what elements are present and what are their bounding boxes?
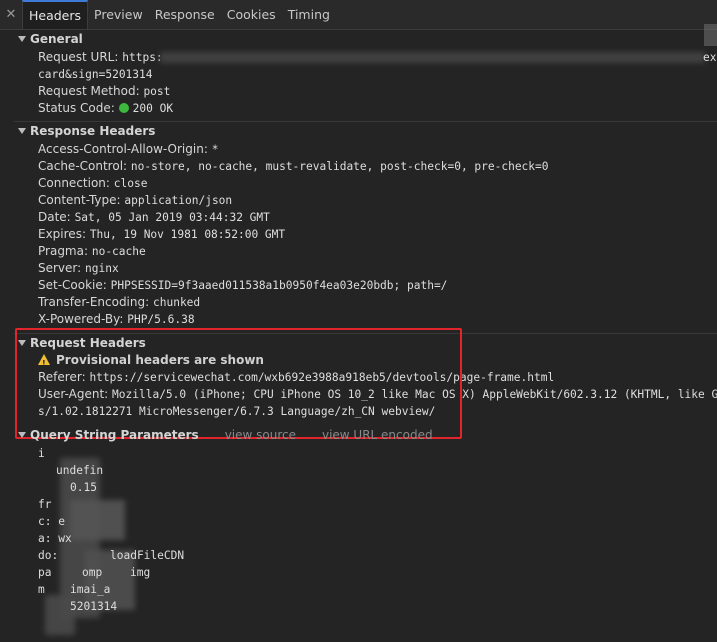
header-value: Sat, 05 Jan 2019 03:44:32 GMT bbox=[74, 211, 270, 224]
tab-response[interactable]: Response bbox=[149, 0, 221, 29]
tab-timing[interactable]: Timing bbox=[282, 0, 336, 29]
header-value: application/json bbox=[124, 194, 233, 207]
headers-panel: General Request URL: https: ex card&sign… bbox=[0, 30, 717, 642]
header-key: Expires: bbox=[38, 227, 86, 241]
query-param-fragment: imai_a bbox=[70, 583, 111, 596]
general-section-header[interactable]: General bbox=[0, 30, 717, 48]
tab-cookies[interactable]: Cookies bbox=[221, 0, 282, 29]
collapse-triangle-icon[interactable] bbox=[18, 128, 26, 134]
header-value: chunked bbox=[153, 296, 201, 309]
request-url-row: Request URL: https: bbox=[38, 50, 163, 64]
header-key: Date: bbox=[38, 210, 71, 224]
tab-headers[interactable]: Headers bbox=[22, 0, 89, 29]
query-param-fragment: do: bbox=[38, 549, 59, 562]
header-value: * bbox=[211, 143, 219, 156]
header-key: Access-Control-Allow-Origin: bbox=[38, 142, 208, 156]
collapse-triangle-icon[interactable] bbox=[18, 432, 26, 438]
collapse-triangle-icon[interactable] bbox=[18, 36, 26, 42]
response-header-row: X-Powered-By: PHP/5.6.38 bbox=[38, 311, 195, 328]
header-key: Set-Cookie: bbox=[38, 278, 107, 292]
query-param-fragment: a: wx bbox=[38, 532, 72, 545]
response-header-row: Content-Type: application/json bbox=[38, 192, 232, 209]
response-header-row: Pragma: no-cache bbox=[38, 243, 146, 260]
header-value: PHPSESSID=9f3aaed011538a1b0950f4ea03e20b… bbox=[110, 279, 448, 292]
tab-preview[interactable]: Preview bbox=[88, 0, 149, 29]
query-param-fragment: fr bbox=[38, 498, 52, 511]
header-value: PHP/5.6.38 bbox=[127, 313, 195, 326]
view-url-encoded-link[interactable]: view URL encoded bbox=[322, 428, 433, 442]
header-key: Server: bbox=[38, 261, 82, 275]
header-value: close bbox=[113, 177, 148, 190]
header-key: Pragma: bbox=[38, 244, 89, 258]
response-header-row: Date: Sat, 05 Jan 2019 03:44:32 GMT bbox=[38, 209, 270, 226]
header-value: nginx bbox=[85, 262, 119, 275]
header-key: Connection: bbox=[38, 176, 110, 190]
request-url-continued: card&sign=5201314 bbox=[38, 68, 153, 81]
close-icon[interactable]: ✕ bbox=[0, 0, 22, 29]
header-key: Transfer-Encoding: bbox=[38, 295, 150, 309]
query-param-fragment: m bbox=[38, 583, 45, 596]
query-param-fragment: c: e bbox=[38, 515, 65, 528]
query-param-fragment: pa bbox=[38, 566, 52, 579]
status-code-row: Status Code: 200 OK bbox=[38, 101, 174, 115]
response-header-row: Expires: Thu, 19 Nov 1981 08:52:00 GMT bbox=[38, 226, 285, 243]
query-param-fragment: img bbox=[130, 566, 151, 579]
response-header-row: Connection: close bbox=[38, 175, 147, 192]
status-ok-dot-icon bbox=[118, 103, 129, 113]
query-param-fragment: undefin bbox=[56, 464, 104, 477]
devtools-tab-bar: ✕ Headers Preview Response Cookies Timin… bbox=[0, 0, 717, 30]
response-header-row: Cache-Control: no-store, no-cache, must-… bbox=[38, 158, 549, 175]
header-value: no-cache bbox=[91, 245, 146, 258]
view-source-link[interactable]: view source bbox=[225, 428, 296, 442]
query-param-fragment: 0.15 bbox=[70, 481, 97, 494]
header-value: no-store, no-cache, must-revalidate, pos… bbox=[130, 160, 549, 173]
query-param-fragment: omp bbox=[82, 566, 103, 579]
header-key: Cache-Control: bbox=[38, 159, 128, 173]
response-header-row: Server: nginx bbox=[38, 260, 119, 277]
header-key: X-Powered-By: bbox=[38, 312, 124, 326]
query-param-fragment: i bbox=[38, 447, 45, 460]
redacted-url-blur bbox=[160, 52, 705, 63]
query-param-fragment: 5201314 bbox=[70, 600, 118, 613]
response-header-row: Transfer-Encoding: chunked bbox=[38, 294, 200, 311]
highlight-annotation-box bbox=[15, 328, 462, 439]
response-headers-section-header[interactable]: Response Headers bbox=[0, 122, 717, 140]
request-method-row: Request Method: post bbox=[38, 84, 171, 98]
query-string-section-header[interactable]: Query String Parameters view source view U… bbox=[0, 426, 717, 444]
header-key: Content-Type: bbox=[38, 193, 121, 207]
response-header-row: Access-Control-Allow-Origin: * bbox=[38, 141, 218, 158]
query-param-fragment: loadFileCDN bbox=[110, 549, 185, 562]
scrollbar-thumb[interactable] bbox=[704, 24, 717, 46]
request-url-tail: ex bbox=[703, 51, 717, 64]
redaction-blur bbox=[70, 500, 125, 540]
response-header-row: Set-Cookie: PHPSESSID=9f3aaed011538a1b09… bbox=[38, 277, 447, 294]
header-value: Thu, 19 Nov 1981 08:52:00 GMT bbox=[89, 228, 286, 241]
